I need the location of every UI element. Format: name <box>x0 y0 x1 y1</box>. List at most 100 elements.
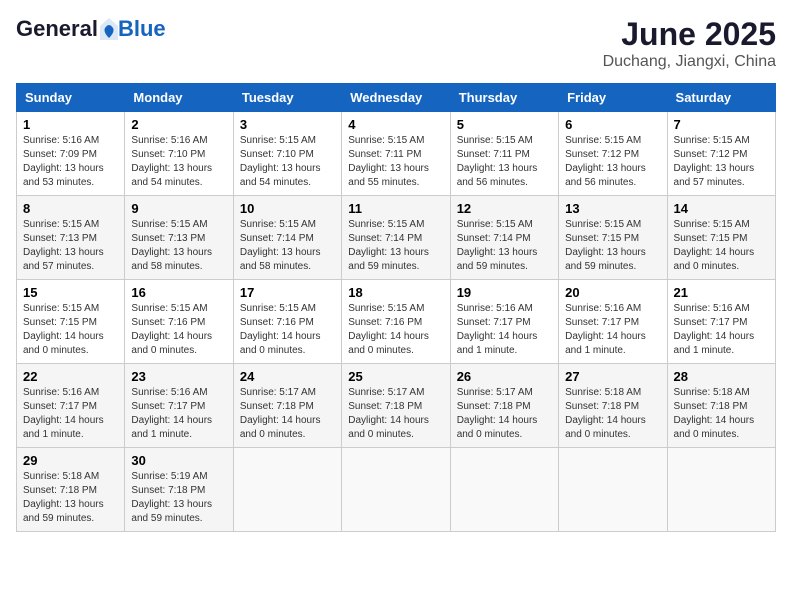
day-number: 13 <box>565 201 660 216</box>
calendar-day-26: 26 Sunrise: 5:17 AMSunset: 7:18 PMDayligh… <box>450 364 558 448</box>
day-info: Sunrise: 5:19 AMSunset: 7:18 PMDaylight:… <box>131 470 226 526</box>
calendar-day-15: 15 Sunrise: 5:15 AMSunset: 7:15 PMDayligh… <box>17 280 125 364</box>
day-info: Sunrise: 5:15 AMSunset: 7:15 PMDaylight:… <box>674 218 769 274</box>
day-info: Sunrise: 5:18 AMSunset: 7:18 PMDaylight:… <box>565 386 660 442</box>
col-header-tuesday: Tuesday <box>233 84 341 112</box>
day-info: Sunrise: 5:15 AMSunset: 7:14 PMDaylight:… <box>457 218 552 274</box>
day-number: 30 <box>131 453 226 468</box>
day-number: 7 <box>674 117 769 132</box>
calendar-week-1: 1Sunrise: 5:16 AMSunset: 7:09 PMDaylight… <box>17 112 776 196</box>
calendar-day-empty <box>559 448 667 532</box>
day-number: 25 <box>348 369 443 384</box>
day-info: Sunrise: 5:16 AMSunset: 7:17 PMDaylight:… <box>565 302 660 358</box>
calendar-day-empty <box>450 448 558 532</box>
day-info: Sunrise: 5:15 AMSunset: 7:14 PMDaylight:… <box>348 218 443 274</box>
day-number: 6 <box>565 117 660 132</box>
calendar-day-20: 20 Sunrise: 5:16 AMSunset: 7:17 PMDayligh… <box>559 280 667 364</box>
calendar-day-12: 12 Sunrise: 5:15 AMSunset: 7:14 PMDayligh… <box>450 196 558 280</box>
calendar-day-14: 14 Sunrise: 5:15 AMSunset: 7:15 PMDayligh… <box>667 196 775 280</box>
calendar-day-19: 19 Sunrise: 5:16 AMSunset: 7:17 PMDayligh… <box>450 280 558 364</box>
calendar-day-18: 18 Sunrise: 5:15 AMSunset: 7:16 PMDayligh… <box>342 280 450 364</box>
calendar-day-13: 13 Sunrise: 5:15 AMSunset: 7:15 PMDayligh… <box>559 196 667 280</box>
calendar-day-25: 25 Sunrise: 5:17 AMSunset: 7:18 PMDayligh… <box>342 364 450 448</box>
calendar-day-3: 3 Sunrise: 5:15 AMSunset: 7:10 PMDaylight… <box>233 112 341 196</box>
calendar-week-4: 22 Sunrise: 5:16 AMSunset: 7:17 PMDayligh… <box>17 364 776 448</box>
logo-blue: Blue <box>118 16 166 42</box>
day-number: 20 <box>565 285 660 300</box>
day-info: Sunrise: 5:18 AMSunset: 7:18 PMDaylight:… <box>674 386 769 442</box>
calendar-day-9: 9 Sunrise: 5:15 AMSunset: 7:13 PMDaylight… <box>125 196 233 280</box>
day-info: Sunrise: 5:17 AMSunset: 7:18 PMDaylight:… <box>240 386 335 442</box>
calendar-day-7: 7Sunrise: 5:15 AMSunset: 7:12 PMDaylight… <box>667 112 775 196</box>
calendar-day-4: 4 Sunrise: 5:15 AMSunset: 7:11 PMDaylight… <box>342 112 450 196</box>
calendar-day-28: 28 Sunrise: 5:18 AMSunset: 7:18 PMDayligh… <box>667 364 775 448</box>
day-info: Sunrise: 5:15 AMSunset: 7:16 PMDaylight:… <box>348 302 443 358</box>
calendar-day-5: 5Sunrise: 5:15 AMSunset: 7:11 PMDaylight… <box>450 112 558 196</box>
day-info: Sunrise: 5:17 AMSunset: 7:18 PMDaylight:… <box>348 386 443 442</box>
day-number: 17 <box>240 285 335 300</box>
page-header: General Blue June 2025 Duchang, Jiangxi,… <box>16 16 776 71</box>
day-number: 21 <box>674 285 769 300</box>
day-info: Sunrise: 5:15 AMSunset: 7:10 PMDaylight:… <box>240 134 335 190</box>
day-number: 23 <box>131 369 226 384</box>
day-number: 8 <box>23 201 118 216</box>
calendar-day-empty <box>667 448 775 532</box>
day-number: 4 <box>348 117 443 132</box>
calendar-header-row: SundayMondayTuesdayWednesdayThursdayFrid… <box>17 84 776 112</box>
day-number: 3 <box>240 117 335 132</box>
col-header-wednesday: Wednesday <box>342 84 450 112</box>
day-info: Sunrise: 5:15 AMSunset: 7:11 PMDaylight:… <box>348 134 443 190</box>
logo-general: General <box>16 16 98 42</box>
day-number: 14 <box>674 201 769 216</box>
day-number: 28 <box>674 369 769 384</box>
calendar-week-3: 15 Sunrise: 5:15 AMSunset: 7:15 PMDayligh… <box>17 280 776 364</box>
calendar-day-23: 23 Sunrise: 5:16 AMSunset: 7:17 PMDayligh… <box>125 364 233 448</box>
day-info: Sunrise: 5:18 AMSunset: 7:18 PMDaylight:… <box>23 470 118 526</box>
day-number: 19 <box>457 285 552 300</box>
calendar-week-2: 8 Sunrise: 5:15 AMSunset: 7:13 PMDaylight… <box>17 196 776 280</box>
logo: General Blue <box>16 16 166 42</box>
calendar-day-30: 30 Sunrise: 5:19 AMSunset: 7:18 PMDayligh… <box>125 448 233 532</box>
day-info: Sunrise: 5:15 AMSunset: 7:11 PMDaylight:… <box>457 134 552 190</box>
calendar-day-empty <box>233 448 341 532</box>
day-info: Sunrise: 5:15 AMSunset: 7:13 PMDaylight:… <box>23 218 118 274</box>
day-number: 27 <box>565 369 660 384</box>
day-info: Sunrise: 5:16 AMSunset: 7:17 PMDaylight:… <box>457 302 552 358</box>
day-number: 12 <box>457 201 552 216</box>
day-info: Sunrise: 5:15 AMSunset: 7:15 PMDaylight:… <box>565 218 660 274</box>
day-number: 22 <box>23 369 118 384</box>
calendar-day-21: 21 Sunrise: 5:16 AMSunset: 7:17 PMDayligh… <box>667 280 775 364</box>
day-info: Sunrise: 5:16 AMSunset: 7:17 PMDaylight:… <box>674 302 769 358</box>
month-title: June 2025 <box>603 16 776 53</box>
day-info: Sunrise: 5:16 AMSunset: 7:17 PMDaylight:… <box>23 386 118 442</box>
location: Duchang, Jiangxi, China <box>603 53 776 71</box>
day-number: 18 <box>348 285 443 300</box>
calendar-day-27: 27 Sunrise: 5:18 AMSunset: 7:18 PMDayligh… <box>559 364 667 448</box>
col-header-sunday: Sunday <box>17 84 125 112</box>
calendar-week-5: 29Sunrise: 5:18 AMSunset: 7:18 PMDayligh… <box>17 448 776 532</box>
calendar-day-16: 16Sunrise: 5:15 AMSunset: 7:16 PMDayligh… <box>125 280 233 364</box>
col-header-saturday: Saturday <box>667 84 775 112</box>
calendar-table: SundayMondayTuesdayWednesdayThursdayFrid… <box>16 83 776 532</box>
calendar-day-22: 22 Sunrise: 5:16 AMSunset: 7:17 PMDayligh… <box>17 364 125 448</box>
day-number: 15 <box>23 285 118 300</box>
day-number: 26 <box>457 369 552 384</box>
day-info: Sunrise: 5:17 AMSunset: 7:18 PMDaylight:… <box>457 386 552 442</box>
day-number: 1 <box>23 117 118 132</box>
day-info: Sunrise: 5:15 AMSunset: 7:12 PMDaylight:… <box>565 134 660 190</box>
day-info: Sunrise: 5:16 AMSunset: 7:10 PMDaylight:… <box>131 134 226 190</box>
calendar-day-empty <box>342 448 450 532</box>
col-header-monday: Monday <box>125 84 233 112</box>
day-info: Sunrise: 5:15 AMSunset: 7:15 PMDaylight:… <box>23 302 118 358</box>
day-info: Sunrise: 5:15 AMSunset: 7:13 PMDaylight:… <box>131 218 226 274</box>
day-number: 9 <box>131 201 226 216</box>
day-info: Sunrise: 5:15 AMSunset: 7:14 PMDaylight:… <box>240 218 335 274</box>
calendar-day-8: 8 Sunrise: 5:15 AMSunset: 7:13 PMDaylight… <box>17 196 125 280</box>
logo-icon <box>100 18 118 40</box>
day-number: 11 <box>348 201 443 216</box>
day-info: Sunrise: 5:16 AMSunset: 7:17 PMDaylight:… <box>131 386 226 442</box>
calendar-day-24: 24Sunrise: 5:17 AMSunset: 7:18 PMDayligh… <box>233 364 341 448</box>
day-number: 16 <box>131 285 226 300</box>
title-block: June 2025 Duchang, Jiangxi, China <box>603 16 776 71</box>
day-number: 10 <box>240 201 335 216</box>
